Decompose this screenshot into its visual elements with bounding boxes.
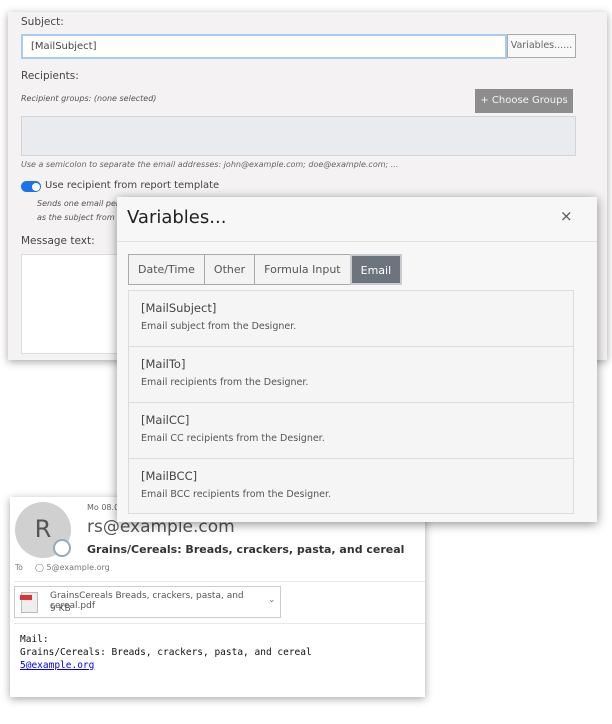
email-preview: R Mo 08.0 rs@example.com Grains/Cereals:… [10, 497, 425, 697]
pdf-icon [20, 592, 38, 613]
divider [117, 241, 597, 242]
variable-tabs: Date/Time Other Formula Input Email [128, 254, 403, 285]
chevron-down-icon[interactable]: ⌄ [268, 595, 276, 605]
divider [14, 581, 425, 582]
list-item[interactable]: [MailSubject] Email subject from the Desi… [129, 291, 573, 347]
email-link[interactable]: 5@example.org [20, 660, 94, 671]
variable-name: [MailBCC] [141, 469, 198, 483]
divider [14, 623, 425, 624]
email-body: Mail: Grains/Cereals: Breads, crackers, … [20, 633, 312, 672]
recipients-label: Recipients: [21, 70, 79, 82]
to-recipient[interactable]: ◯ 5@example.org [35, 563, 110, 572]
email-subject: Grains/Cereals: Breads, crackers, pasta,… [87, 543, 405, 556]
variable-name: [MailCC] [141, 413, 190, 427]
variable-description: Email recipients from the Designer. [141, 377, 309, 388]
attachment-name: GrainsCereals Breads, crackers, pasta, a… [50, 591, 244, 611]
to-address: 5@example.org [46, 563, 110, 572]
subject-label: Subject: [21, 16, 64, 28]
attachment[interactable]: GrainsCereals Breads, crackers, pasta, a… [14, 586, 281, 618]
tab-email[interactable]: Email [349, 254, 403, 285]
tab-date-time[interactable]: Date/Time [128, 254, 205, 285]
tab-formula-input[interactable]: Formula Input [254, 254, 351, 285]
recipients-textarea[interactable] [21, 116, 576, 156]
variable-description: Email subject from the Designer. [141, 321, 297, 332]
variables-button[interactable]: Variables...... [507, 34, 576, 58]
choose-groups-button[interactable]: + Choose Groups [475, 89, 573, 113]
email-date: Mo 08.0 [87, 503, 120, 512]
variable-description: Email BCC recipients from the Designer. [141, 489, 332, 500]
list-item[interactable]: [MailTo] Email recipients from the Design… [129, 347, 573, 403]
close-icon[interactable]: × [560, 207, 573, 225]
to-label: To [15, 563, 23, 572]
attachment-size: 9 KB [50, 604, 71, 614]
list-item[interactable]: [MailBCC] Email BCC recipients from the D… [129, 459, 573, 515]
body-line: Mail: [20, 634, 49, 645]
toggle-description-1: Sends one email per [37, 199, 120, 208]
dialog-title: Variables... [127, 207, 227, 228]
variable-name: [MailTo] [141, 357, 186, 371]
variables-dialog: Variables... × Date/Time Other Formula I… [117, 197, 597, 522]
tab-other[interactable]: Other [203, 254, 256, 285]
variable-name: [MailSubject] [141, 301, 217, 315]
toggle-description-2: as the subject from th [37, 213, 126, 222]
variable-description: Email CC recipients from the Designer. [141, 433, 325, 444]
recipient-groups-text: Recipient groups: (none selected) [21, 94, 157, 103]
toggle-label: Use recipient from report template [45, 180, 220, 191]
subject-input[interactable]: [MailSubject] [21, 34, 507, 59]
message-label: Message text: [21, 235, 95, 247]
message-textarea[interactable] [21, 254, 131, 354]
use-recipient-toggle[interactable] [21, 181, 41, 192]
list-item[interactable]: [MailCC] Email CC recipients from the Des… [129, 403, 573, 459]
body-line: Grains/Cereals: Breads, crackers, pasta,… [20, 647, 312, 658]
presence-status-icon [53, 539, 71, 557]
recipients-hint: Use a semicolon to separate the email ad… [21, 160, 399, 169]
variable-list: [MailSubject] Email subject from the Desi… [128, 290, 574, 514]
